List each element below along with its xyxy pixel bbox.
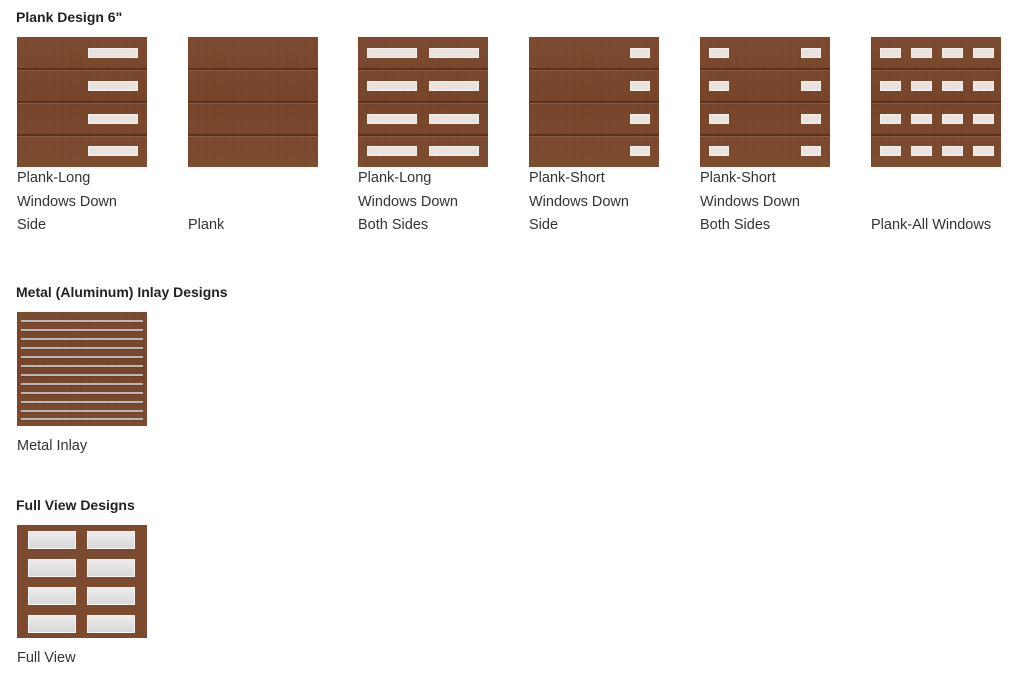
plank-short-windows-both-sides-item[interactable]: Plank-Short Windows Down Both Sides (700, 37, 850, 238)
door-image[interactable] (17, 312, 147, 426)
item-label[interactable]: Plank-Short Windows Down Both Sides (700, 167, 850, 238)
item-label[interactable]: Plank-All Windows (871, 167, 1021, 237)
plank-item[interactable]: Plank (188, 37, 338, 237)
plank-short-windows-side-item[interactable]: Plank-Short Windows Down Side (529, 37, 679, 238)
plank-section-title: Plank Design 6" (16, 9, 123, 25)
item-label[interactable]: Full View (17, 647, 167, 671)
item-label[interactable]: Plank-Short Windows Down Side (529, 167, 679, 238)
plank-all-windows-item[interactable]: Plank-All Windows (871, 37, 1021, 237)
fullview-section-title: Full View Designs (16, 497, 135, 513)
door-image[interactable] (188, 37, 318, 167)
plank-long-windows-both-sides-item[interactable]: Plank-Long Windows Down Both Sides (358, 37, 508, 238)
door-image[interactable] (358, 37, 488, 167)
full-view-item[interactable]: Full View (17, 525, 167, 671)
metal-section-title: Metal (Aluminum) Inlay Designs (16, 284, 228, 300)
item-label[interactable]: Plank (188, 167, 338, 237)
item-label[interactable]: Plank-Long Windows Down Side (17, 167, 167, 238)
door-image[interactable] (17, 525, 147, 638)
item-label[interactable]: Metal Inlay (17, 435, 167, 459)
item-label[interactable]: Plank-Long Windows Down Both Sides (358, 167, 508, 238)
metal-inlay-item[interactable]: Metal Inlay (17, 312, 167, 459)
door-image[interactable] (700, 37, 830, 167)
door-image[interactable] (871, 37, 1001, 167)
door-image[interactable] (17, 37, 147, 167)
plank-long-windows-side-item[interactable]: Plank-Long Windows Down Side (17, 37, 167, 238)
door-image[interactable] (529, 37, 659, 167)
